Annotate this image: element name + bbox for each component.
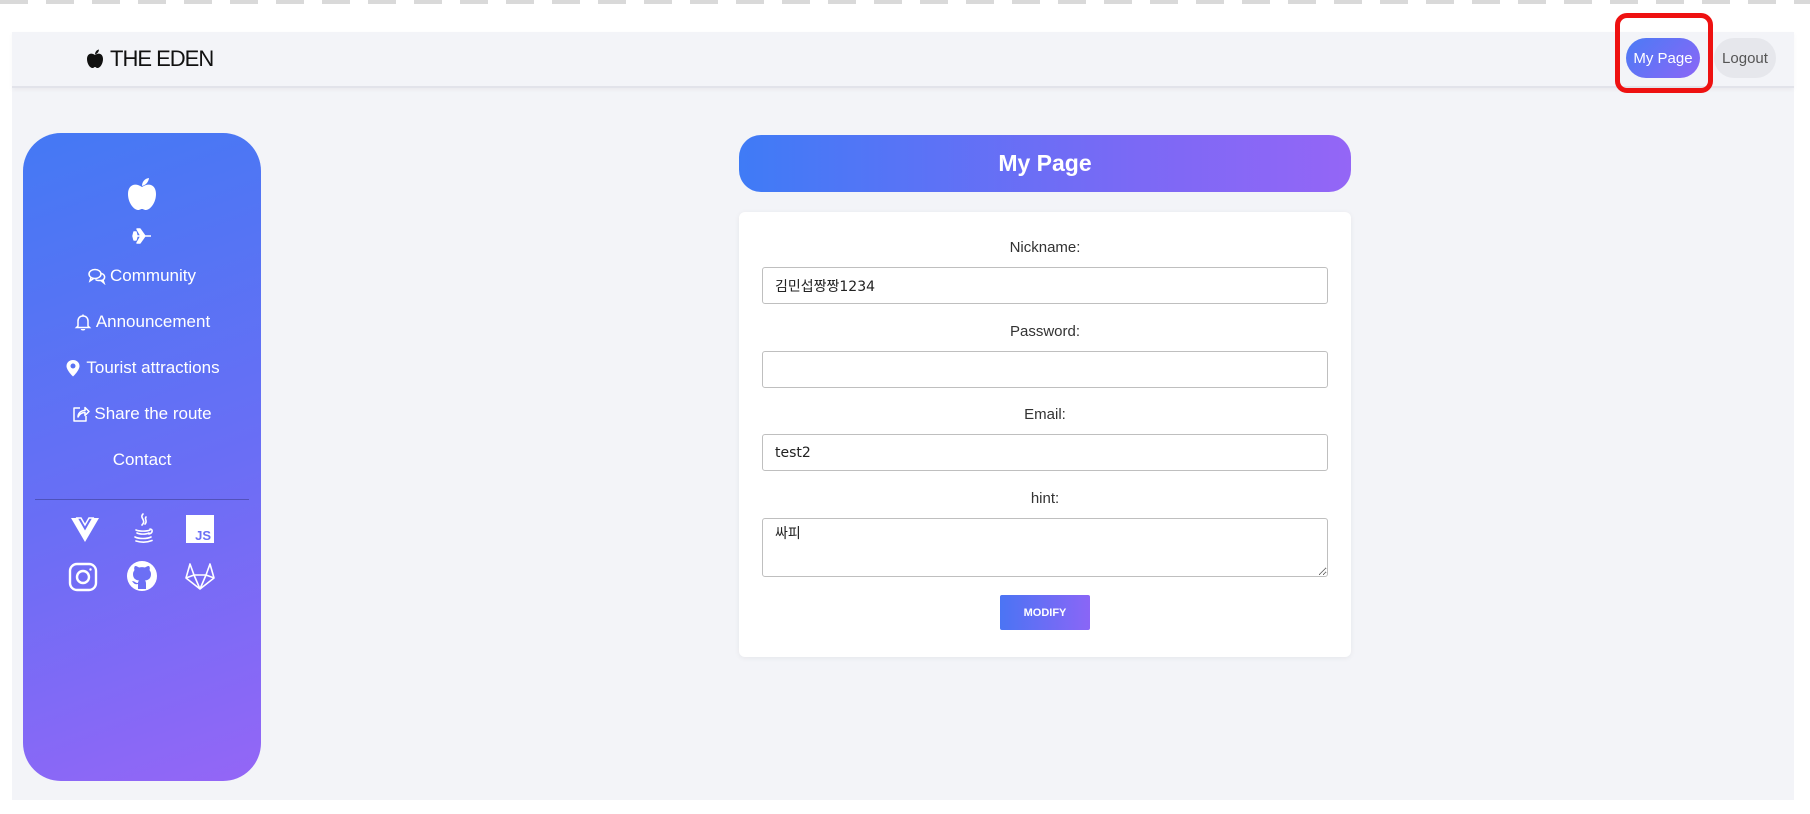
brand-logo[interactable]: THE EDEN [86,45,214,73]
page-title: My Page [739,135,1351,192]
sidebar: Community Announcement Tourist attractio… [23,133,261,781]
password-field[interactable] [762,351,1328,388]
javascript-icon[interactable]: JS [184,513,216,545]
my-page-button[interactable]: My Page [1626,38,1700,78]
logout-button[interactable]: Logout [1714,38,1776,78]
plane-icon[interactable] [132,227,152,245]
apple-icon[interactable] [127,177,157,211]
sidebar-item-label: Share the route [94,404,212,423]
nickname-label: Nickname: [1009,239,1081,256]
share-icon [73,406,91,422]
svg-text:JS: JS [195,528,211,543]
sidebar-item-tourist-attractions[interactable]: Tourist attractions [23,357,261,379]
vue-icon[interactable] [69,513,101,545]
sidebar-item-label: Tourist attractions [86,358,220,377]
apple-icon [87,49,103,68]
sidebar-item-label: Contact [112,450,172,469]
bell-icon [74,314,92,331]
map-pin-icon [66,360,80,377]
sidebar-divider [35,499,249,500]
profile-form-card: Nickname: Password: Email: hint: 싸피 MODI… [739,212,1351,657]
sidebar-item-community[interactable]: Community [23,265,261,287]
top-dashed-border [0,0,1810,4]
sidebar-item-label: Announcement [95,312,211,331]
sidebar-item-announcement[interactable]: Announcement [23,311,261,333]
app-container: THE EDEN My Page Logout Community Announ… [12,32,1794,800]
page-title-text: My Page [998,150,1092,176]
hint-field[interactable]: 싸피 [762,518,1328,577]
java-icon[interactable] [127,512,159,544]
header-bar: THE EDEN My Page Logout [12,32,1794,88]
sidebar-item-share-the-route[interactable]: Share the route [23,403,261,425]
modify-button[interactable]: MODIFY [1000,595,1090,630]
email-label: Email: [1024,406,1066,423]
sidebar-item-label: Community [110,266,196,285]
sidebar-item-contact[interactable]: Contact [23,449,261,471]
email-field[interactable] [762,434,1328,471]
github-icon[interactable] [126,560,158,592]
nickname-field[interactable] [762,267,1328,304]
brand-name: THE EDEN [110,46,214,71]
instagram-icon[interactable] [67,561,99,593]
chat-bubbles-icon [88,268,106,285]
hint-label: hint: [1030,490,1060,507]
gitlab-icon[interactable] [184,560,216,592]
password-label: Password: [1009,323,1081,340]
